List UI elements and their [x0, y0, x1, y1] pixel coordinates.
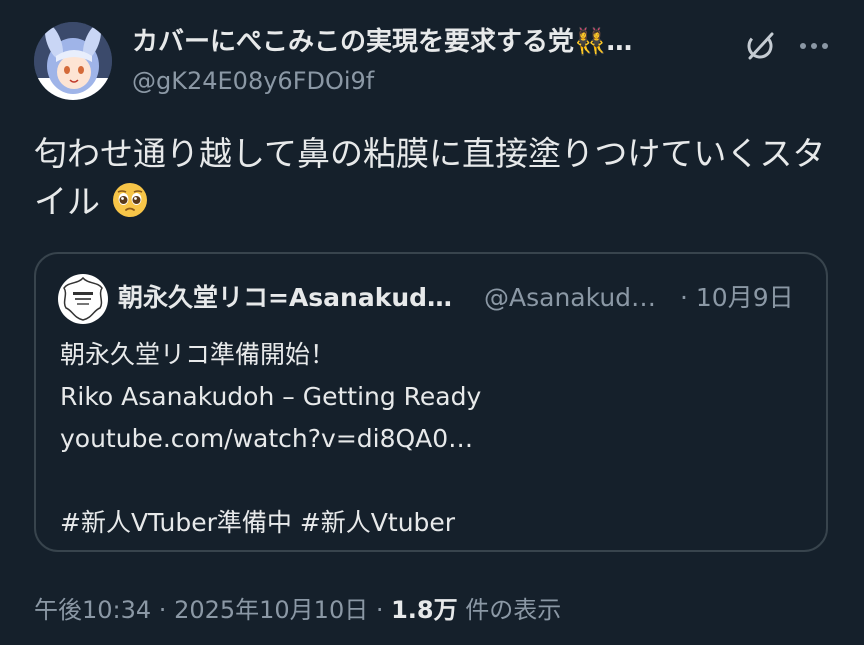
quoted-author-handle[interactable]: @Asanakud…: [484, 280, 656, 316]
views-count[interactable]: 1.8万: [391, 596, 458, 624]
views-label: 件の表示: [457, 596, 562, 624]
quoted-line: 朝永久堂リコ準備開始！: [60, 340, 336, 369]
quoted-tweet-card[interactable]: 朝永久堂リコ=Asanakud… @Asanakud… · 10月9日 朝永久堂…: [34, 252, 828, 552]
separator: ·: [151, 596, 175, 624]
quoted-link[interactable]: youtube.com/watch?v=di8QA0…: [60, 418, 800, 460]
tweet-text-content: 匂わせ通り越して鼻の粘膜に直接塗りつけていくスタイル: [34, 134, 826, 221]
quoted-line-blank: [60, 460, 800, 502]
separator: ·: [368, 596, 392, 624]
quoted-author-name[interactable]: 朝永久堂リコ=Asanakud…: [118, 280, 452, 316]
quoted-tweet-text: 朝永久堂リコ準備開始！ Riko Asanakudoh – Getting Re…: [60, 334, 800, 544]
grok-icon[interactable]: [742, 28, 778, 64]
tweet-date[interactable]: 2025年10月10日: [174, 596, 368, 624]
tweet-text: 匂わせ通り越して鼻の粘膜に直接塗りつけていくスタイル: [34, 130, 834, 226]
anime-avatar-icon: [34, 22, 112, 100]
quoted-tweet-date[interactable]: · 10月9日: [680, 280, 794, 316]
quoted-logo-icon: [59, 275, 107, 323]
quoted-hashtags[interactable]: #新人VTuber準備中 #新人Vtuber: [60, 502, 800, 544]
tweet-time[interactable]: 午後10:34: [34, 596, 151, 624]
quoted-line: Riko Asanakudoh – Getting Ready: [60, 382, 482, 411]
tweet-metadata: 午後10:34 · 2025年10月10日 · 1.8万 件の表示: [34, 592, 561, 628]
pleading-face-icon: [111, 181, 149, 219]
quoted-author-avatar[interactable]: [58, 274, 108, 324]
more-options-icon[interactable]: [794, 26, 834, 66]
author-handle[interactable]: @gK24E08y6FDOi9f: [132, 64, 374, 98]
author-display-name[interactable]: カバーにぺこみこの実現を要求する党👯‍♀️…: [132, 24, 700, 60]
author-avatar[interactable]: [34, 22, 112, 100]
